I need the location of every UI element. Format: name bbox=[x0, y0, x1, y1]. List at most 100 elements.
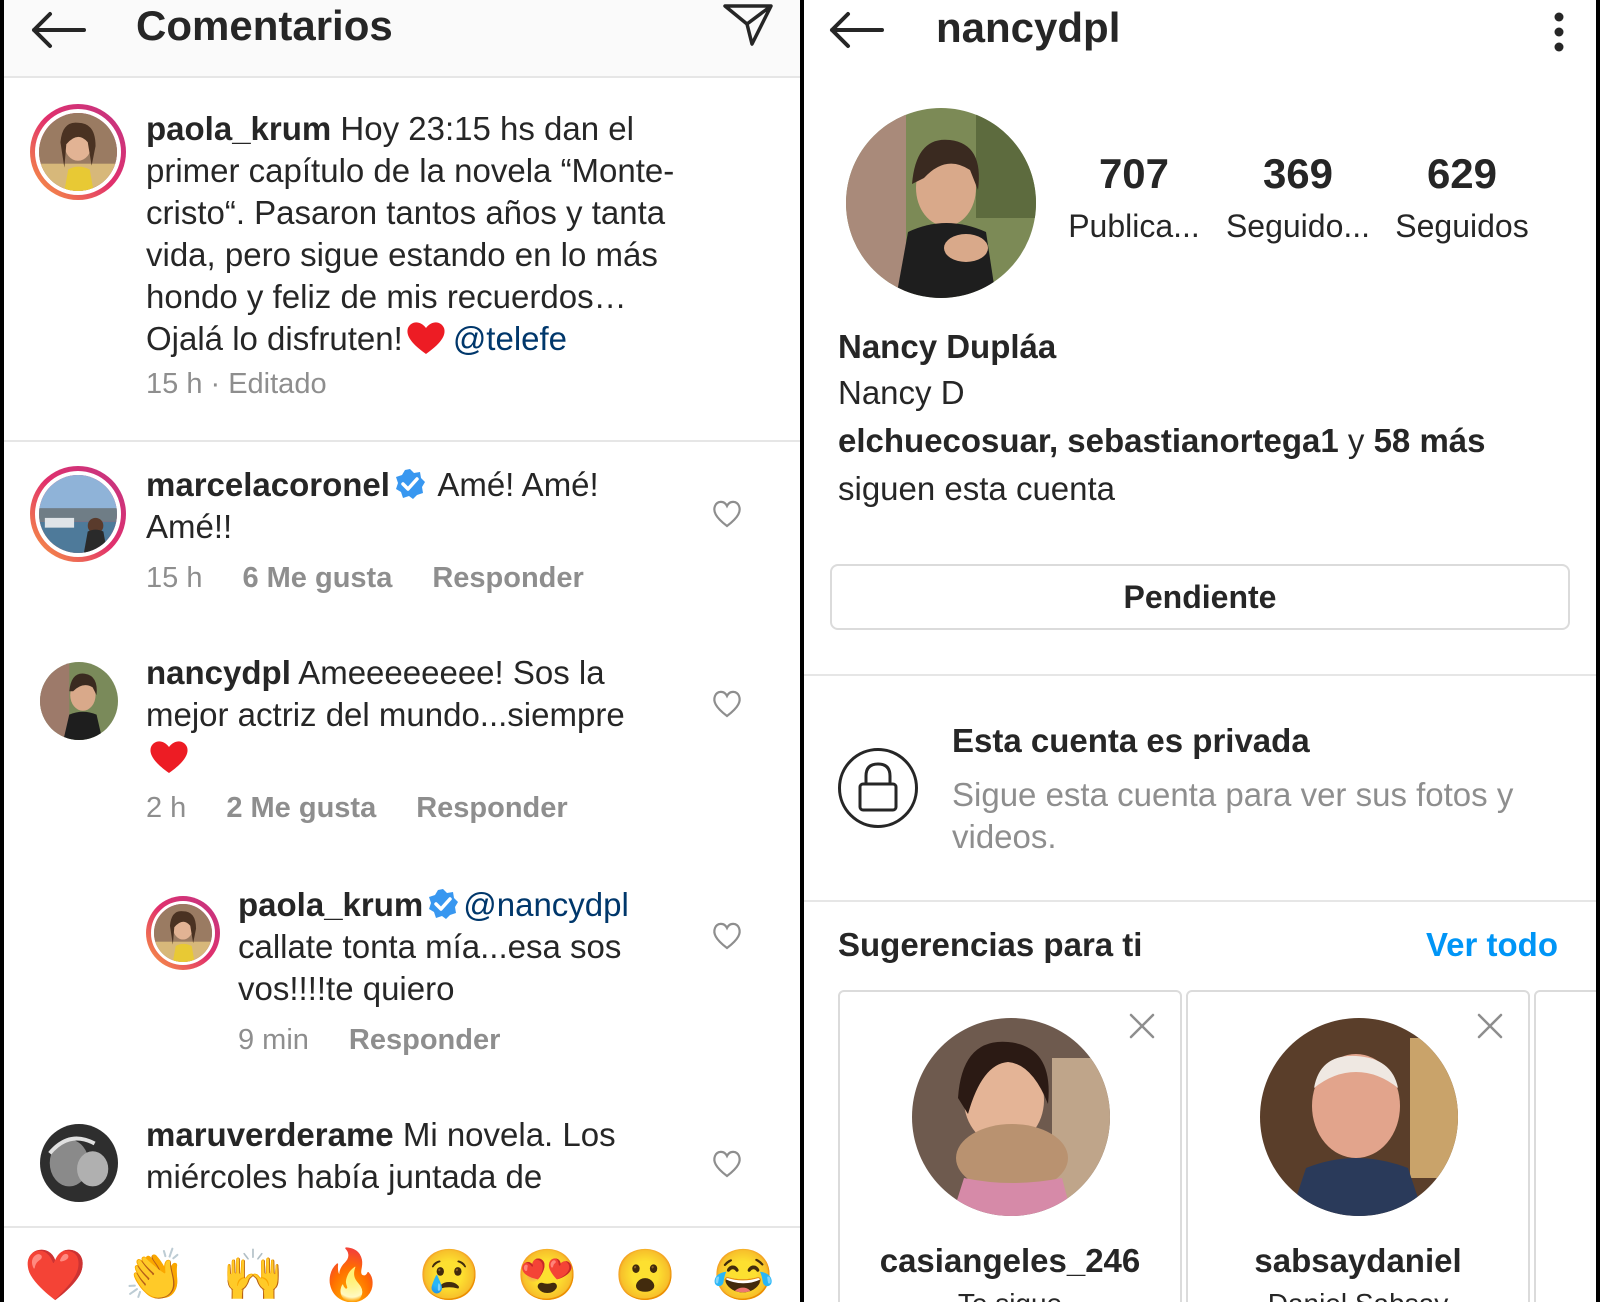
avatar[interactable] bbox=[40, 662, 118, 740]
likes-count[interactable]: 6 Me gusta bbox=[242, 562, 392, 594]
more-options-icon[interactable] bbox=[1552, 12, 1566, 52]
private-account-subtitle: Sigue esta cuenta para ver sus fotos y v… bbox=[952, 776, 1514, 855]
emoji-laughing[interactable]: 😂 bbox=[712, 1246, 774, 1302]
emoji-clap[interactable]: 👏 bbox=[124, 1246, 186, 1302]
suggestion-username[interactable]: casiangeles_246 bbox=[840, 1242, 1180, 1280]
divider bbox=[804, 900, 1596, 902]
mention-link[interactable]: @telefe bbox=[453, 320, 567, 357]
comment-text: callate tonta mía...esa sos bbox=[238, 928, 622, 965]
divider bbox=[804, 674, 1596, 676]
avatar[interactable] bbox=[30, 466, 126, 562]
dismiss-icon[interactable] bbox=[1128, 1012, 1156, 1040]
caption-text: vida, pero sigue estando en lo más bbox=[146, 236, 658, 273]
comment-text: vos!!!!te quiero bbox=[238, 970, 455, 1007]
caption-meta: 15 h · Editado bbox=[146, 368, 327, 400]
suggestion-subtitle: Te sigue bbox=[840, 1288, 1180, 1302]
suggestion-card[interactable]: casiangeles_246 Te sigue bbox=[838, 990, 1182, 1302]
comment-meta: 2 h 2 Me gusta Responder bbox=[146, 792, 568, 825]
full-name: Nancy Dupláa bbox=[838, 328, 1057, 365]
reply-button[interactable]: Responder bbox=[416, 792, 567, 824]
comment-text: Ameeeeeeee! Sos la bbox=[290, 654, 605, 691]
emoji-crying[interactable]: 😢 bbox=[418, 1246, 480, 1302]
reply-button[interactable]: Responder bbox=[432, 562, 583, 594]
avatar[interactable] bbox=[146, 896, 220, 970]
stat-value: 707 bbox=[1098, 150, 1170, 197]
comment-meta: 9 min Responder bbox=[238, 1024, 500, 1057]
caption-text: cristo“. Pasaron tantos años y tanta bbox=[146, 194, 666, 231]
mention-link[interactable]: @nancydpl bbox=[463, 886, 629, 923]
see-all-link[interactable]: Ver todo bbox=[1426, 926, 1558, 964]
like-heart-icon[interactable] bbox=[712, 922, 742, 950]
back-arrow-icon[interactable] bbox=[28, 10, 88, 50]
stat-label: Seguidos bbox=[1395, 208, 1529, 244]
verified-badge-icon bbox=[429, 889, 459, 919]
emoji-fire[interactable]: 🔥 bbox=[320, 1246, 382, 1302]
like-heart-icon[interactable] bbox=[712, 1150, 742, 1178]
profile-username: nancydpl bbox=[936, 4, 1121, 51]
reply-button[interactable]: Responder bbox=[349, 1024, 500, 1056]
emoji-surprised[interactable]: 😮 bbox=[614, 1246, 676, 1302]
caption-text: primer capítulo de la novela “Monte- bbox=[146, 152, 675, 189]
suggestion-avatar[interactable] bbox=[912, 1018, 1110, 1216]
private-lock-icon bbox=[838, 748, 918, 828]
username[interactable]: paola_krum bbox=[146, 110, 331, 147]
comments-header: Comentarios bbox=[4, 0, 800, 78]
comment-text: Amé! Amé! bbox=[429, 466, 599, 503]
emoji-heart[interactable]: ❤️ bbox=[24, 1246, 86, 1302]
emoji-raised-hands[interactable]: 🙌 bbox=[222, 1246, 284, 1302]
avatar[interactable] bbox=[40, 1124, 118, 1202]
page-title: Comentarios bbox=[136, 2, 393, 49]
pending-button[interactable]: Pendiente bbox=[830, 564, 1570, 630]
comment-time: 9 min bbox=[238, 1024, 309, 1056]
comment-time: 15 h bbox=[146, 562, 203, 594]
red-heart-emoji-icon bbox=[407, 322, 445, 354]
dismiss-icon[interactable] bbox=[1476, 1012, 1504, 1040]
emoji-quick-bar: ❤️ 👏 🙌 🔥 😢 😍 😮 😂 bbox=[4, 1226, 800, 1302]
like-heart-icon[interactable] bbox=[712, 500, 742, 528]
comment-text: Amé!! bbox=[146, 508, 233, 545]
suggestion-card[interactable] bbox=[1534, 990, 1596, 1302]
red-heart-emoji-icon bbox=[150, 741, 188, 773]
stat-value: 369 bbox=[1262, 150, 1334, 197]
comment-text: mejor actriz del mundo...siempre bbox=[146, 696, 625, 733]
comment-text: miércoles había juntada de bbox=[146, 1158, 543, 1195]
suggestion-card[interactable]: sabsaydaniel Daniel Sabsay bbox=[1186, 990, 1530, 1302]
followers-stat[interactable]: 369 Seguido... bbox=[1218, 150, 1378, 245]
comment-time: 2 h bbox=[146, 792, 187, 824]
back-arrow-icon[interactable] bbox=[826, 10, 886, 50]
caption-text: hondo y feliz de mis recuerdos… bbox=[146, 278, 627, 315]
comments-screen: Comentarios paola_krum Hoy 23:15 hs dan … bbox=[4, 0, 800, 1302]
followed-by-and: y bbox=[1338, 422, 1374, 459]
suggestions-title: Sugerencias para ti bbox=[838, 926, 1143, 963]
followed-by-more: 58 más bbox=[1373, 422, 1486, 459]
followed-by-users: elchuecosuar, sebastianortega1 bbox=[838, 422, 1339, 459]
caption-text: Hoy 23:15 hs dan el bbox=[331, 110, 634, 147]
stat-label: Publica... bbox=[1068, 208, 1200, 244]
profile-screen: nancydpl 707 Publica... 369 Seguido... 6… bbox=[804, 0, 1596, 1302]
username[interactable]: marcelacoronel bbox=[146, 466, 390, 503]
stat-value: 629 bbox=[1426, 150, 1498, 197]
followed-by[interactable]: elchuecosuar, sebastianortega1 y 58 más bbox=[838, 422, 1486, 460]
likes-count[interactable]: 2 Me gusta bbox=[226, 792, 376, 824]
suggestion-username[interactable]: sabsaydaniel bbox=[1188, 1242, 1528, 1280]
username[interactable]: paola_krum bbox=[238, 886, 423, 923]
emoji-heart-eyes[interactable]: 😍 bbox=[516, 1246, 578, 1302]
profile-avatar[interactable] bbox=[846, 108, 1036, 298]
suggestion-avatar[interactable] bbox=[1260, 1018, 1458, 1216]
avatar[interactable] bbox=[30, 104, 126, 200]
verified-badge-icon bbox=[395, 469, 425, 499]
posts-stat[interactable]: 707 Publica... bbox=[1054, 150, 1214, 245]
following-stat[interactable]: 629 Seguidos bbox=[1382, 150, 1542, 245]
comment-text: Mi novela. Los bbox=[393, 1116, 616, 1153]
comment-meta: 15 h 6 Me gusta Responder bbox=[146, 562, 584, 595]
stat-label: Seguido... bbox=[1225, 208, 1371, 244]
suggestion-subtitle: Daniel Sabsay bbox=[1188, 1288, 1528, 1302]
like-heart-icon[interactable] bbox=[712, 690, 742, 718]
direct-send-icon[interactable] bbox=[722, 2, 774, 48]
followed-by-suffix: siguen esta cuenta bbox=[838, 470, 1116, 507]
bio-text: Nancy D bbox=[838, 374, 965, 411]
username[interactable]: maruverderame bbox=[146, 1116, 394, 1153]
username[interactable]: nancydpl bbox=[146, 654, 291, 691]
private-account-title: Esta cuenta es privada bbox=[952, 722, 1310, 759]
divider bbox=[4, 440, 800, 442]
